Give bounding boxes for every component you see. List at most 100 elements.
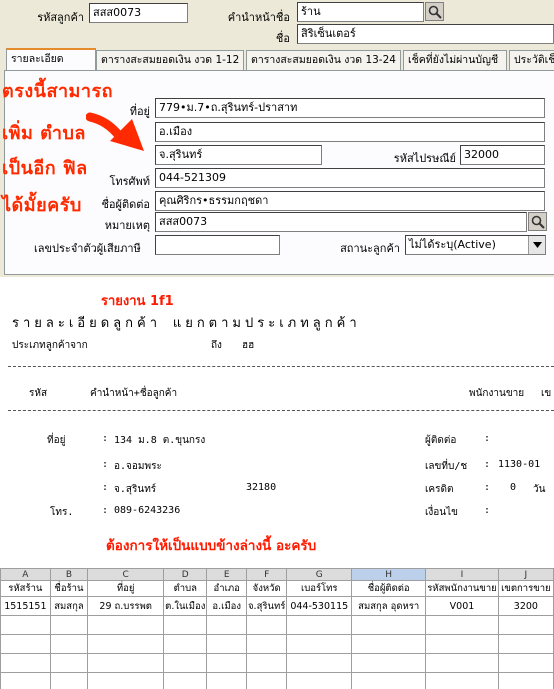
- report-id: รายงาน 1f1: [101, 294, 174, 309]
- report-credit-unit: วัน: [533, 484, 546, 495]
- empty-row: [0, 672, 554, 689]
- report-condition-label: เงื่อนไข: [425, 507, 459, 518]
- tab-cheque-history[interactable]: ประวัติเช็: [509, 50, 554, 70]
- header-cell[interactable]: ตำบล: [163, 580, 208, 597]
- tab-details[interactable]: รายละเอียด: [6, 48, 96, 72]
- data-cell[interactable]: ต.ในเมือง: [163, 596, 208, 616]
- header-cell[interactable]: ที่อยู่: [87, 580, 165, 597]
- table-row: 1515151 สมสกุล 29 ถ.บรรพต ต.ในเมือง อ.เม…: [0, 596, 554, 616]
- chevron-down-icon[interactable]: [528, 236, 545, 254]
- data-cell[interactable]: 3200: [497, 596, 554, 616]
- data-cell[interactable]: 1515151: [0, 596, 51, 616]
- data-cell[interactable]: V001: [425, 596, 499, 616]
- name-field[interactable]: สิริเซ็นเตอร์: [297, 24, 554, 44]
- annotation-line-2: เพิ่ม ตำบล: [2, 123, 86, 144]
- red-arrow-icon: [86, 112, 144, 151]
- report-tax-value: 1130-01: [498, 459, 541, 470]
- address-line1-field[interactable]: 779•ม.7•ถ.สุรินทร์-ปราสาท: [155, 98, 545, 118]
- phone-field[interactable]: 044-521309: [155, 168, 545, 188]
- tab-balance-1-12[interactable]: ตารางสะสมยอดเงิน งวด 1-12: [96, 50, 244, 70]
- contact-label: ชื่อผู้ติดต่อ: [101, 198, 150, 211]
- sheet-grid: A B C D E F G H I J รหัสร้าน ชื่อร้าน ที…: [0, 568, 554, 689]
- customer-code-label: รหัสลูกค้า: [37, 11, 84, 24]
- spreadsheet: A B C D E F G H I J รหัสร้าน ชื่อร้าน ที…: [0, 568, 554, 689]
- note-field[interactable]: สสส0073: [155, 212, 527, 232]
- data-cell[interactable]: 044-530115: [286, 596, 353, 616]
- filter-to-label: ถึง: [211, 340, 222, 351]
- report-phone-label: โทร.: [50, 507, 74, 518]
- divider: [8, 410, 554, 411]
- field-header-row: รหัสร้าน ชื่อร้าน ที่อยู่ ตำบล อำเภอ จัง…: [0, 580, 554, 597]
- empty-row: [0, 653, 554, 673]
- col-letter[interactable]: I: [425, 568, 499, 581]
- taxid-field[interactable]: [155, 235, 280, 255]
- col-letter[interactable]: F: [245, 568, 288, 581]
- annotation-line-1: ตรงนี้สามารถ: [2, 81, 114, 102]
- col-letter[interactable]: B: [49, 568, 89, 581]
- annotation-line-4: ได้มั้ยครับ: [2, 195, 82, 216]
- request-text: ต้องการให้เป็นแบบข้างล่างนี้ อะครับ: [106, 538, 317, 554]
- postal-label: รหัสไปรษณีย์: [393, 152, 456, 165]
- address-line3-field[interactable]: จ.สุรินทร์: [155, 145, 322, 165]
- data-cell[interactable]: สมสกุล: [49, 596, 89, 616]
- col-letter[interactable]: D: [163, 568, 208, 581]
- report-address-label: ที่อยู่: [47, 435, 66, 446]
- filter-from-label: ประเภทลูกค้าจาก: [12, 340, 88, 351]
- report-contact-label: ผู้ติดต่อ: [425, 435, 457, 446]
- customer-code-field[interactable]: สสส0073: [89, 3, 188, 23]
- empty-row: [0, 634, 554, 654]
- report-postal: 32180: [246, 482, 277, 493]
- col-letter[interactable]: H: [351, 568, 427, 581]
- report-credit-value: 0: [510, 482, 517, 493]
- prefix-field[interactable]: ร้าน: [297, 2, 424, 22]
- header-cell[interactable]: ชื่อร้าน: [49, 580, 89, 597]
- empty-row: [0, 615, 554, 635]
- note-label: หมายเหตุ: [104, 219, 150, 232]
- address-line2-field[interactable]: อ.เมือง: [155, 122, 545, 142]
- col-letter[interactable]: G: [286, 568, 353, 581]
- col-letter[interactable]: J: [497, 568, 554, 581]
- data-cell[interactable]: 29 ถ.บรรพต: [87, 596, 165, 616]
- postal-field[interactable]: 32000: [460, 145, 545, 165]
- header-cell[interactable]: เบอร์โทร: [286, 580, 353, 597]
- status-label: สถานะลูกค้า: [340, 242, 400, 255]
- phone-label: โทรศัพท์: [109, 175, 150, 188]
- tab-strip: รายละเอียด ตารางสะสมยอดเงิน งวด 1-12 ตาร…: [0, 48, 554, 72]
- taxid-label: เลขประจำตัวผู้เสียภาษี: [34, 242, 141, 255]
- report-address-line3: จ.สุรินทร์: [114, 484, 157, 495]
- contact-field[interactable]: คุณศิริกร•ธรรมกฤชดา: [155, 191, 545, 211]
- search-icon: [428, 5, 442, 19]
- data-cell[interactable]: จ.สุรินทร์: [245, 596, 288, 616]
- name-label: ชื่อ: [275, 32, 290, 45]
- tab-uncleared-cheques[interactable]: เช็คที่ยังไม่ผ่านบัญชี: [403, 50, 507, 70]
- prefix-label: คำนำหน้าชื่อ: [227, 11, 290, 24]
- header-cell[interactable]: อำเภอ: [206, 580, 247, 597]
- header-cell[interactable]: จังหวัด: [245, 580, 288, 597]
- col-letter[interactable]: A: [0, 568, 51, 581]
- column-letter-row: A B C D E F G H I J: [0, 568, 554, 581]
- header-cell[interactable]: เขตการขาย: [497, 580, 554, 597]
- header-cell[interactable]: ชื่อผู้ติดต่อ: [351, 580, 427, 597]
- report-credit-label: เครดิต: [425, 484, 454, 495]
- prefix-search-button[interactable]: [425, 2, 444, 21]
- col-name-header: คำนำหน้า+ชื่อลูกค้า: [90, 388, 178, 399]
- report-phone-value: 089-6243236: [114, 505, 181, 516]
- col-letter[interactable]: E: [206, 568, 247, 581]
- status-select[interactable]: ไม่ได้ระบุ(Active): [405, 235, 546, 255]
- divider: [8, 366, 554, 367]
- note-search-button[interactable]: [528, 212, 547, 231]
- status-value: ไม่ได้ระบุ(Active): [409, 238, 496, 251]
- header-cell[interactable]: รหัสพนักงานขาย: [425, 580, 499, 597]
- data-cell[interactable]: อ.เมือง: [206, 596, 247, 616]
- report-address-line2: อ.จอมพระ: [114, 461, 162, 472]
- report-tax-label: เลขที่บ/ช: [425, 461, 468, 472]
- report-title: รายละเอียดลูกค้า แยกตามประเภทลูกค้า: [12, 316, 361, 331]
- col-code-header: รหัส: [29, 388, 48, 399]
- col-salesman-header: พนักงานขาย: [469, 388, 525, 399]
- col-zone-header: เข: [541, 388, 552, 399]
- header-cell[interactable]: รหัสร้าน: [0, 580, 51, 597]
- col-letter[interactable]: C: [87, 568, 165, 581]
- tab-balance-13-24[interactable]: ตารางสะสมยอดเงิน งวด 13-24: [246, 50, 401, 70]
- data-cell[interactable]: สมสกุล อุดหรา: [351, 596, 427, 616]
- report-address-line1: 134 ม.8 ต.ขุนกรง: [114, 435, 206, 446]
